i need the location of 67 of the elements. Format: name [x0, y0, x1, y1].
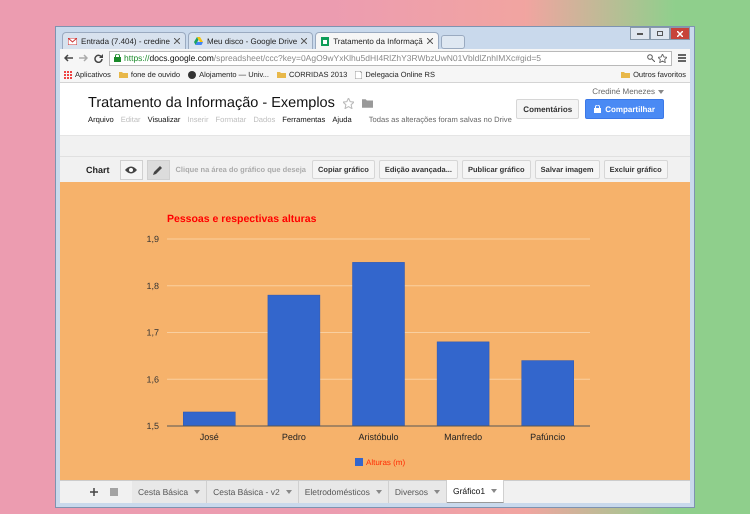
grid-icon — [64, 70, 72, 78]
star-icon[interactable] — [342, 98, 354, 108]
sheet-tab[interactable]: Diversos — [388, 481, 447, 503]
chart-title: Pessoas e respectivas alturas — [167, 213, 316, 225]
browser-tab[interactable]: Entrada (7.404) - credine — [62, 32, 186, 49]
axis-tick-label: 1,5 — [146, 421, 159, 431]
maximize-icon — [657, 31, 663, 36]
axis-tick-label: 1,6 — [146, 374, 159, 384]
caret-icon — [286, 490, 292, 494]
sheet-tab[interactable]: Gráfico1 — [446, 480, 504, 503]
comments-button[interactable]: Comentários — [516, 99, 580, 119]
browser-tab[interactable]: Tratamento da Informaçã — [315, 32, 439, 49]
page-icon — [355, 70, 362, 78]
sheet-tab[interactable]: Cesta Básica — [132, 481, 208, 503]
plus-icon[interactable] — [90, 488, 98, 496]
category-label: Aristóbulo — [358, 432, 399, 442]
caret-icon — [658, 90, 664, 94]
category-label: Manfredo — [444, 432, 482, 442]
bar — [183, 412, 236, 426]
caret-icon — [194, 490, 200, 494]
lock-icon — [114, 54, 121, 62]
folder-icon — [118, 71, 128, 78]
back-icon[interactable] — [64, 54, 73, 62]
star-icon[interactable] — [658, 54, 667, 62]
caret-icon — [434, 490, 440, 494]
reload-icon[interactable] — [94, 54, 103, 62]
eye-icon — [125, 166, 138, 174]
mode-button[interactable] — [146, 160, 170, 180]
axis-tick-label: 1,9 — [146, 234, 159, 244]
sheet-tab[interactable]: Cesta Básica - v2 — [207, 481, 299, 503]
close-icon[interactable] — [301, 38, 308, 44]
zoom-icon[interactable] — [647, 54, 655, 62]
pencil-icon — [153, 164, 164, 174]
caret-icon — [491, 489, 498, 493]
bar — [521, 360, 574, 426]
caret-icon — [376, 490, 382, 494]
spreadsheet-icon — [321, 36, 330, 46]
minimize-button[interactable] — [630, 27, 650, 40]
user-name[interactable]: Crediné Menezes — [592, 87, 664, 96]
address-field[interactable]: https://docs.google.com/spreadsheet/ccc?key=0AgO9wYxKlhu5dHI4RlZhY3RWbzUwN01VbldlZnhIMXc#gid=5 — [109, 50, 672, 66]
folder-icon — [276, 71, 286, 78]
axis-tick-label: 1,8 — [146, 280, 159, 291]
triangle-logo-icon — [194, 37, 203, 45]
category-label: Pedro — [282, 432, 306, 442]
list-icon[interactable] — [110, 488, 118, 496]
close-icon[interactable] — [426, 38, 433, 44]
lock-icon — [594, 105, 602, 113]
axis-tick-label: 1,7 — [146, 328, 159, 338]
document-title[interactable]: Tratamento da Informação - Exemplos — [88, 95, 335, 111]
folder-icon[interactable] — [362, 98, 373, 108]
mode-button[interactable] — [120, 160, 143, 180]
close-icon — [677, 30, 683, 36]
envelope-icon — [68, 38, 77, 44]
minimize-icon — [637, 32, 643, 34]
folder-icon — [621, 71, 630, 78]
menu-icon[interactable] — [678, 54, 686, 62]
chart-label: Chart — [86, 164, 110, 174]
maximize-button[interactable] — [650, 27, 670, 40]
url-text: https://docs.google.com/spreadsheet/ccc?key=0AgO9wYxKlhu5dHI4RlZhY3RWbzUwN01VbldlZnhIMXc#gid=5 — [124, 53, 542, 63]
legend-label: Alturas (m) — [366, 458, 406, 467]
category-label: Pafúncio — [530, 432, 566, 442]
sheet-tab[interactable]: Eletrodomésticos — [298, 481, 389, 503]
close-button[interactable] — [670, 27, 690, 40]
legend-swatch — [355, 458, 363, 466]
browser-tab[interactable]: Meu disco - Google Drive — [188, 32, 314, 49]
close-icon[interactable] — [174, 38, 180, 44]
category-label: José — [200, 432, 219, 442]
